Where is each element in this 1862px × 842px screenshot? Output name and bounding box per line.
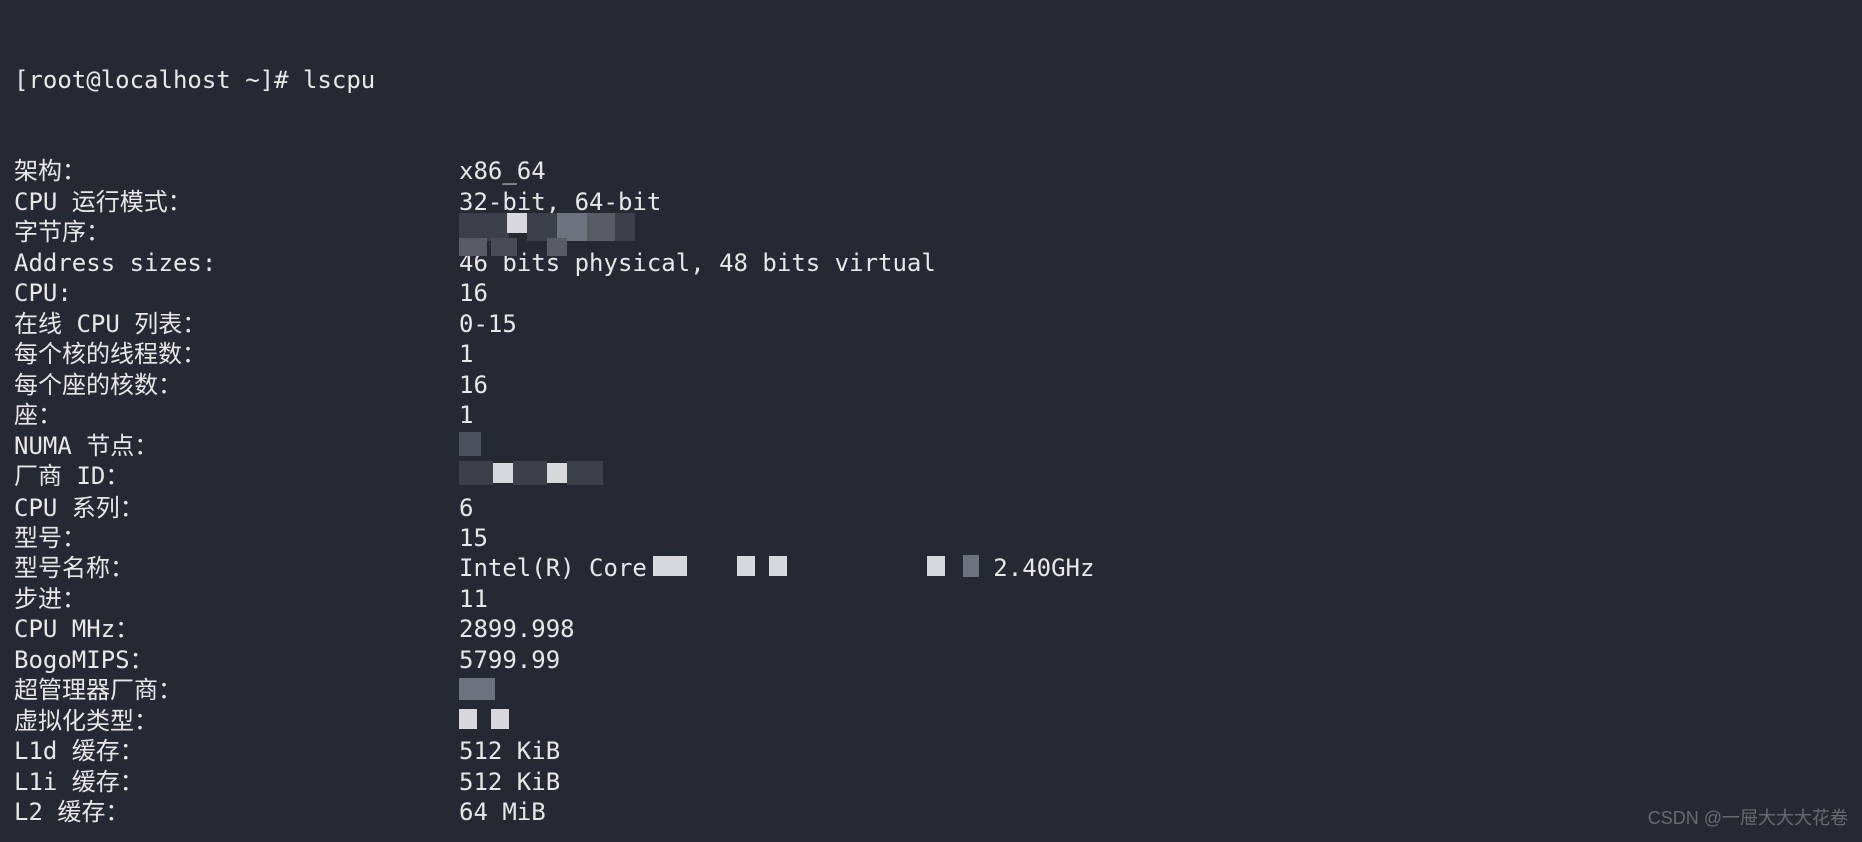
redacted-block xyxy=(459,676,495,704)
info-row: L1d 缓存：512 KiB xyxy=(14,736,1848,766)
info-label: L2 缓存： xyxy=(14,797,459,827)
info-row: 在线 CPU 列表：0-15 xyxy=(14,309,1848,339)
shell-command: lscpu xyxy=(303,65,375,95)
info-value-text: 32-bit, 64-bit xyxy=(459,188,661,216)
info-value xyxy=(459,706,509,736)
info-label: CPU MHz： xyxy=(14,614,459,644)
redacted-block xyxy=(647,554,979,582)
info-value-text: 512 KiB xyxy=(459,768,560,796)
info-value-text: x86_64 xyxy=(459,157,546,185)
info-value: 512 KiB xyxy=(459,767,560,797)
info-value xyxy=(459,675,495,705)
info-value: 15 xyxy=(459,523,488,553)
info-label: NUMA 节点： xyxy=(14,431,459,461)
info-row: 型号名称：Intel(R) Core 2.40GHz xyxy=(14,553,1848,583)
info-row: 座：1 xyxy=(14,400,1848,430)
info-value: Intel(R) Core 2.40GHz xyxy=(459,553,1094,583)
info-row: L1i 缓存：512 KiB xyxy=(14,767,1848,797)
info-row: CPU MHz：2899.998 xyxy=(14,614,1848,644)
info-row: NUMA 节点： xyxy=(14,431,1848,461)
info-value: 46 bits physical, 48 bits virtual xyxy=(459,248,936,278)
info-row: CPU 系列：6 xyxy=(14,493,1848,523)
info-value xyxy=(459,431,481,461)
info-value-text: 6 xyxy=(459,494,473,522)
info-value: 16 xyxy=(459,278,488,308)
info-row: 虚拟化类型： xyxy=(14,706,1848,736)
info-label: 步进： xyxy=(14,584,459,614)
info-label: 在线 CPU 列表： xyxy=(14,309,459,339)
info-label: CPU 运行模式： xyxy=(14,187,459,217)
redacted-block xyxy=(459,707,509,735)
info-label: 虚拟化类型： xyxy=(14,706,459,736)
info-label: 字节序： xyxy=(14,217,459,247)
info-value: 512 KiB xyxy=(459,736,560,766)
info-label: 型号名称： xyxy=(14,553,459,583)
info-label: 架构： xyxy=(14,156,459,186)
info-label: 座： xyxy=(14,400,459,430)
info-label: 超管理器厂商： xyxy=(14,675,459,705)
redacted-block xyxy=(459,463,603,491)
info-value: 5799.99 xyxy=(459,645,560,675)
terminal-output: [root@localhost ~]# lscpu 架构：x86_64CPU 运… xyxy=(0,0,1862,842)
info-value: 0-15 xyxy=(459,309,517,339)
info-value-text: 15 xyxy=(459,524,488,552)
info-value: 11 xyxy=(459,584,488,614)
info-row: 超管理器厂商： xyxy=(14,675,1848,705)
info-row: 字节序： xyxy=(14,217,1848,247)
info-value-text: Intel(R) Core xyxy=(459,554,647,582)
info-value-text: 5799.99 xyxy=(459,646,560,674)
info-value: 2899.998 xyxy=(459,614,575,644)
info-label: L1i 缓存： xyxy=(14,767,459,797)
info-value: x86_64 xyxy=(459,156,546,186)
info-value-text: 0-15 xyxy=(459,310,517,338)
info-row: 型号：15 xyxy=(14,523,1848,553)
info-row: 架构：x86_64 xyxy=(14,156,1848,186)
info-label: CPU: xyxy=(14,278,459,308)
shell-prompt: [root@localhost ~]# xyxy=(14,65,303,95)
info-value: 6 xyxy=(459,493,473,523)
info-value-text: 11 xyxy=(459,585,488,613)
info-row: 每个座的核数：16 xyxy=(14,370,1848,400)
info-label: 厂商 ID： xyxy=(14,461,459,492)
info-value: 1 xyxy=(459,400,473,430)
info-row: Address sizes:46 bits physical, 48 bits … xyxy=(14,248,1848,278)
prompt-line: [root@localhost ~]# lscpu xyxy=(14,65,1848,95)
info-value-suffix: 2.40GHz xyxy=(979,554,1095,582)
info-label: Address sizes: xyxy=(14,248,459,278)
info-value: 16 xyxy=(459,370,488,400)
info-value-text: 16 xyxy=(459,279,488,307)
info-row: 每个核的线程数：1 xyxy=(14,339,1848,369)
info-row: CPU 运行模式：32-bit, 64-bit xyxy=(14,187,1848,217)
info-value: 1 xyxy=(459,339,473,369)
info-value-text: 1 xyxy=(459,401,473,429)
info-row: BogoMIPS：5799.99 xyxy=(14,645,1848,675)
info-label: BogoMIPS： xyxy=(14,645,459,675)
info-label: 每个核的线程数： xyxy=(14,339,459,369)
info-label: L1d 缓存： xyxy=(14,736,459,766)
info-row: CPU:16 xyxy=(14,278,1848,308)
info-label: 型号： xyxy=(14,523,459,553)
info-label: 每个座的核数： xyxy=(14,370,459,400)
info-value-text: 2899.998 xyxy=(459,615,575,643)
redacted-block xyxy=(459,432,481,460)
info-row: 厂商 ID： xyxy=(14,461,1848,492)
info-value-text: 1 xyxy=(459,340,473,368)
info-value-text: 16 xyxy=(459,371,488,399)
info-row: 步进：11 xyxy=(14,584,1848,614)
info-row: L2 缓存：64 MiB xyxy=(14,797,1848,827)
info-value-text: 512 KiB xyxy=(459,737,560,765)
info-value: 64 MiB xyxy=(459,797,546,827)
lscpu-output: 架构：x86_64CPU 运行模式：32-bit, 64-bit字节序：Addr… xyxy=(14,156,1848,827)
csdn-watermark: CSDN @一屉大大大花卷 xyxy=(1648,807,1848,830)
info-value-text: 64 MiB xyxy=(459,798,546,826)
info-label: CPU 系列： xyxy=(14,493,459,523)
info-value xyxy=(459,461,603,492)
